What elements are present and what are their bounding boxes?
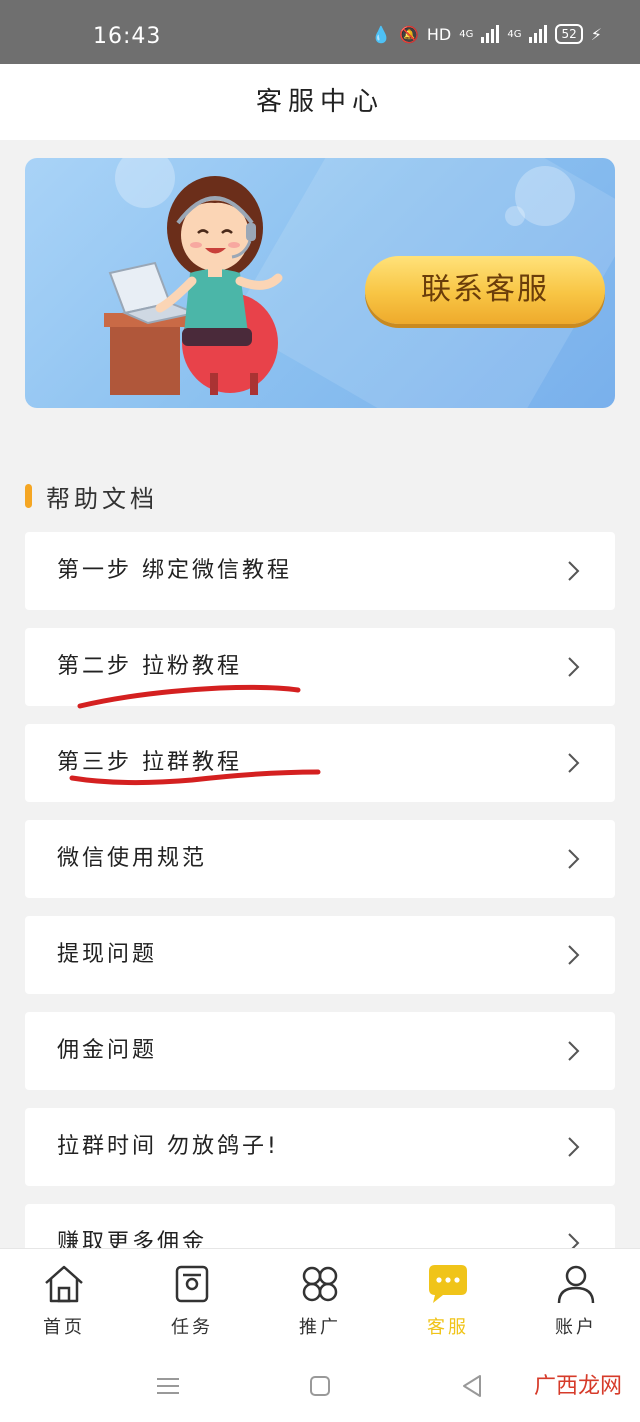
network-label-1: 4G	[459, 28, 474, 40]
chat-icon	[429, 1265, 467, 1303]
chevron-right-icon	[568, 945, 580, 965]
battery-icon: 52	[555, 24, 583, 44]
tab-promote[interactable]: 推广	[256, 1249, 384, 1348]
help-list: 第一步 绑定微信教程 第二步 拉粉教程 第三步 拉群教程 微信使用规范 提现问题…	[25, 532, 615, 1300]
tab-customer-service[interactable]: 客服	[384, 1249, 512, 1348]
list-item[interactable]: 拉群时间 勿放鸽子!	[25, 1108, 615, 1186]
data-saver-icon: 💧	[371, 24, 391, 44]
section-title-text: 帮助文档	[46, 484, 158, 513]
status-icons: 💧 🔕 HD 4G 4G 52 ⚡	[371, 24, 602, 44]
chevron-right-icon	[568, 1137, 580, 1157]
customer-service-illustration	[104, 176, 283, 395]
user-icon	[557, 1265, 595, 1304]
list-item[interactable]: 第二步 拉粉教程	[25, 628, 615, 706]
task-icon	[175, 1265, 209, 1303]
list-item-label: 第二步 拉粉教程	[57, 654, 242, 679]
mute-icon: 🔕	[398, 24, 419, 44]
home-square-icon[interactable]	[304, 1370, 336, 1402]
list-item-label: 微信使用规范	[57, 846, 208, 871]
section-accent-bar	[25, 484, 32, 508]
watermark-text: 广西龙网	[533, 1374, 622, 1399]
signal-icon-2	[529, 25, 548, 43]
list-item[interactable]: 佣金问题	[25, 1012, 615, 1090]
list-item[interactable]: 第三步 拉群教程	[25, 724, 615, 802]
promote-icon	[302, 1266, 338, 1302]
menu-icon[interactable]	[152, 1370, 184, 1402]
charging-icon: ⚡	[590, 24, 602, 44]
list-item-label: 佣金问题	[57, 1038, 158, 1063]
list-item-label: 提现问题	[57, 942, 158, 967]
network-label-2: 4G	[507, 28, 522, 40]
status-time: 16:43	[93, 24, 162, 49]
status-bar: 16:43 💧 🔕 HD 4G 4G 52 ⚡	[0, 0, 640, 64]
hd-label: HD	[426, 24, 452, 44]
contact-service-button[interactable]: 联系客服	[365, 256, 605, 324]
back-icon[interactable]	[456, 1370, 488, 1402]
list-item[interactable]: 提现问题	[25, 916, 615, 994]
chevron-right-icon	[568, 849, 580, 869]
help-section-title: 帮助文档	[25, 478, 158, 514]
chevron-right-icon	[568, 657, 580, 677]
chevron-right-icon	[568, 561, 580, 581]
list-item-label: 拉群时间 勿放鸽子!	[57, 1134, 279, 1159]
chevron-right-icon	[568, 1041, 580, 1061]
tab-label: 任务	[171, 1317, 213, 1338]
home-icon	[45, 1265, 83, 1303]
chevron-right-icon	[568, 753, 580, 773]
watermark: 广西龙网	[534, 1368, 622, 1400]
page-title: 客服中心	[0, 64, 640, 140]
tab-label: 客服	[427, 1317, 469, 1338]
list-item[interactable]: 微信使用规范	[25, 820, 615, 898]
tab-home[interactable]: 首页	[0, 1249, 128, 1348]
list-item[interactable]: 第一步 绑定微信教程	[25, 532, 615, 610]
list-item-label: 第一步 绑定微信教程	[57, 558, 292, 583]
tab-label: 账户	[555, 1317, 597, 1338]
tab-label: 推广	[299, 1317, 341, 1338]
tab-label: 首页	[43, 1317, 85, 1338]
bottom-tab-bar: 首页 任务 推广 客服 账户	[0, 1248, 640, 1348]
signal-icon	[481, 25, 500, 43]
tab-task[interactable]: 任务	[128, 1249, 256, 1348]
service-banner: 联系客服	[25, 158, 615, 408]
list-item-label: 第三步 拉群教程	[57, 750, 242, 775]
banner-bubble	[505, 206, 525, 226]
tab-account[interactable]: 账户	[512, 1249, 640, 1348]
